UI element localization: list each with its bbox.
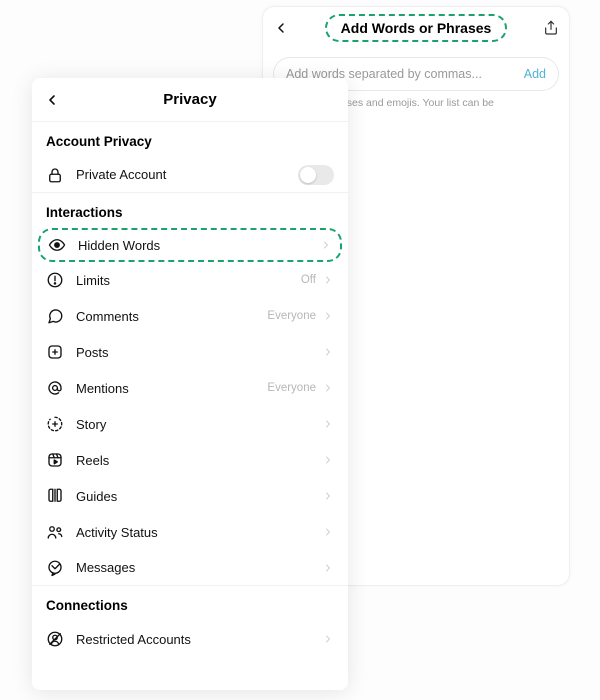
- alert-icon: [46, 271, 64, 289]
- row-label: Posts: [76, 345, 322, 360]
- add-words-title: Add Words or Phrases: [325, 14, 508, 42]
- private-account-toggle[interactable]: [298, 165, 334, 185]
- restricted-icon: [46, 630, 64, 648]
- privacy-header: Privacy: [32, 78, 348, 122]
- privacy-title: Privacy: [163, 91, 216, 108]
- row-label: Mentions: [76, 381, 267, 396]
- row-label: Private Account: [76, 167, 298, 182]
- eye-icon: [48, 236, 66, 254]
- section-connections: Connections: [32, 586, 348, 621]
- chevron-right-icon: [322, 418, 334, 430]
- chevron-right-icon: [320, 239, 332, 251]
- back-button[interactable]: [273, 20, 289, 36]
- row-label: Reels: [76, 453, 322, 468]
- row-limits[interactable]: Limits Off: [32, 262, 348, 298]
- activity-icon: [46, 523, 64, 541]
- story-icon: [46, 415, 64, 433]
- row-activity-status[interactable]: Activity Status: [32, 514, 348, 550]
- row-label: Restricted Accounts: [76, 632, 322, 647]
- row-label: Comments: [76, 309, 267, 324]
- row-label: Story: [76, 417, 322, 432]
- chevron-left-icon: [273, 20, 289, 36]
- row-value: Everyone: [267, 310, 316, 322]
- row-label: Limits: [76, 273, 301, 288]
- row-reels[interactable]: Reels: [32, 442, 348, 478]
- chevron-right-icon: [322, 526, 334, 538]
- share-icon: [543, 20, 559, 36]
- chevron-right-icon: [322, 382, 334, 394]
- chevron-right-icon: [322, 310, 334, 322]
- row-story[interactable]: Story: [32, 406, 348, 442]
- row-value: Off: [301, 274, 316, 286]
- guides-icon: [46, 487, 64, 505]
- row-label: Messages: [76, 560, 322, 575]
- row-label: Hidden Words: [78, 238, 320, 253]
- row-comments[interactable]: Comments Everyone: [32, 298, 348, 334]
- row-label: Guides: [76, 489, 322, 504]
- chevron-right-icon: [322, 454, 334, 466]
- row-value: Everyone: [267, 382, 316, 394]
- chevron-right-icon: [322, 490, 334, 502]
- row-mentions[interactable]: Mentions Everyone: [32, 370, 348, 406]
- posts-icon: [46, 343, 64, 361]
- section-interactions: Interactions: [32, 193, 348, 228]
- row-hidden-words[interactable]: Hidden Words: [38, 228, 342, 262]
- add-button[interactable]: Add: [524, 67, 546, 81]
- section-account-privacy: Account Privacy: [32, 122, 348, 157]
- privacy-panel: Privacy Account Privacy Private Account …: [32, 78, 348, 690]
- chevron-right-icon: [322, 274, 334, 286]
- chevron-right-icon: [322, 346, 334, 358]
- back-button[interactable]: [44, 92, 60, 108]
- share-button[interactable]: [543, 20, 559, 36]
- row-messages[interactable]: Messages: [32, 550, 348, 586]
- chevron-left-icon: [44, 92, 60, 108]
- add-words-header: Add Words or Phrases: [263, 7, 569, 49]
- row-private-account[interactable]: Private Account: [32, 157, 348, 193]
- lock-icon: [46, 166, 64, 184]
- at-icon: [46, 379, 64, 397]
- messages-icon: [46, 559, 64, 577]
- reels-icon: [46, 451, 64, 469]
- row-guides[interactable]: Guides: [32, 478, 348, 514]
- chevron-right-icon: [322, 562, 334, 574]
- comment-icon: [46, 307, 64, 325]
- chevron-right-icon: [322, 633, 334, 645]
- row-restricted-accounts[interactable]: Restricted Accounts: [32, 621, 348, 657]
- row-label: Activity Status: [76, 525, 322, 540]
- row-posts[interactable]: Posts: [32, 334, 348, 370]
